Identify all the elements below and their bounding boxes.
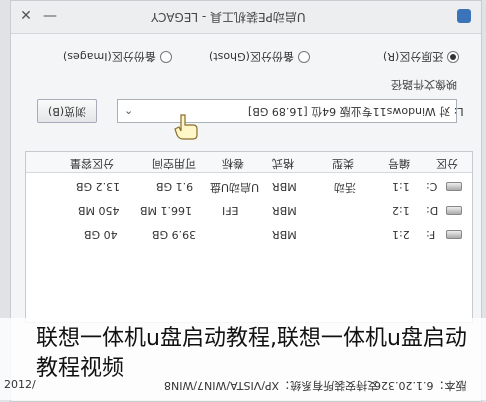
cell-format: MBR (272, 180, 297, 193)
backup-images-radio[interactable] (159, 51, 172, 63)
cell-free: 9.1 GB (156, 180, 194, 193)
image-path-value: L: 对 Windows11专业版 64位 [16.89 GB] (248, 105, 464, 118)
cell-format: MBR (272, 204, 297, 217)
cell-drive: D: (426, 204, 439, 217)
backup-images-option[interactable]: 备份分区(Images) (63, 49, 172, 65)
status-left: 2012/ (4, 378, 36, 391)
backup-ghost-label: 备份分区(Ghost) (209, 50, 294, 63)
window-title: U启动PE装机工具 - LEGACY (151, 10, 306, 24)
col-label: 卷标 (222, 157, 244, 170)
cell-size: 40 GB (84, 228, 118, 241)
cell-drive: C: (426, 180, 438, 193)
cell-free: 166.1 MB (140, 204, 193, 217)
table-header: 分区 编号 类型 格式 卷标 可用空间 分区容量 (26, 152, 472, 173)
app-icon (457, 9, 471, 23)
cell-number: 1:2 (392, 204, 410, 217)
disk-icon (446, 206, 462, 215)
col-number: 编号 (388, 157, 410, 170)
chevron-down-icon: ⌄ (124, 104, 134, 117)
restore-label: 还原分区(R) (383, 50, 444, 63)
col-type: 类型 (332, 157, 354, 170)
restore-option[interactable]: 还原分区(R) (383, 49, 460, 65)
status-middle: 支持安装所有系统：XP/VISTA/WIN7/WIN8 (164, 379, 379, 392)
cell-label: U启动U盘 (210, 181, 260, 194)
cell-number: 2:1 (392, 228, 410, 241)
partition-table[interactable]: 分区 编号 类型 格式 卷标 可用空间 分区容量 C: 1:1 活动 MBR U… (25, 151, 473, 323)
title-bar: ✕ — U启动PE装机工具 - LEGACY (11, 1, 481, 34)
minimize-icon[interactable]: — (41, 7, 59, 25)
image-path-label: 映像文件路径 (391, 78, 457, 91)
table-row[interactable]: F: 2:1 MBR 39.9 GB 40 GB (26, 224, 472, 246)
image-path-dropdown[interactable]: ⌄ L: 对 Windows11专业版 64位 [16.89 GB] (117, 99, 464, 123)
cell-size: 13.2 GB (76, 180, 121, 193)
table-row[interactable]: D: 1:2 MBR EFI 166.1 MB 450 MB (26, 200, 472, 222)
restore-radio[interactable] (447, 51, 460, 63)
backup-ghost-radio[interactable] (297, 51, 310, 63)
cell-type: 活动 (334, 181, 356, 194)
close-icon[interactable]: ✕ (17, 7, 35, 25)
col-size: 分区容量 (70, 157, 114, 170)
col-format: 格式 (272, 157, 294, 170)
disk-icon (446, 230, 462, 239)
cell-label: EFI (222, 204, 239, 217)
cell-free: 39.9 GB (152, 228, 197, 241)
status-version: 版本：6.1.20.326 (374, 379, 467, 392)
status-bar: 2012/ 支持安装所有系统：XP/VISTA/WIN7/WIN8 版本：6.1… (4, 376, 466, 394)
backup-images-label: 备份分区(Images) (63, 50, 156, 63)
cell-size: 450 MB (78, 204, 120, 217)
caption-text: 联想一体机u盘启动教程,联想一体机u盘启动教程视频 (36, 326, 467, 381)
col-free: 可用空间 (152, 157, 196, 170)
backup-ghost-option[interactable]: 备份分区(Ghost) (209, 49, 310, 65)
browse-button[interactable]: 浏览(B) (37, 99, 97, 123)
cell-number: 1:1 (392, 180, 410, 193)
disk-icon (446, 182, 462, 191)
cell-format: MBR (272, 228, 297, 241)
table-row[interactable]: C: 1:1 活动 MBR U启动U盘 9.1 GB 13.2 GB (26, 176, 472, 198)
col-drive: 分区 (436, 157, 458, 170)
hand-cursor-icon (174, 114, 198, 140)
cell-drive: F: (426, 228, 436, 241)
